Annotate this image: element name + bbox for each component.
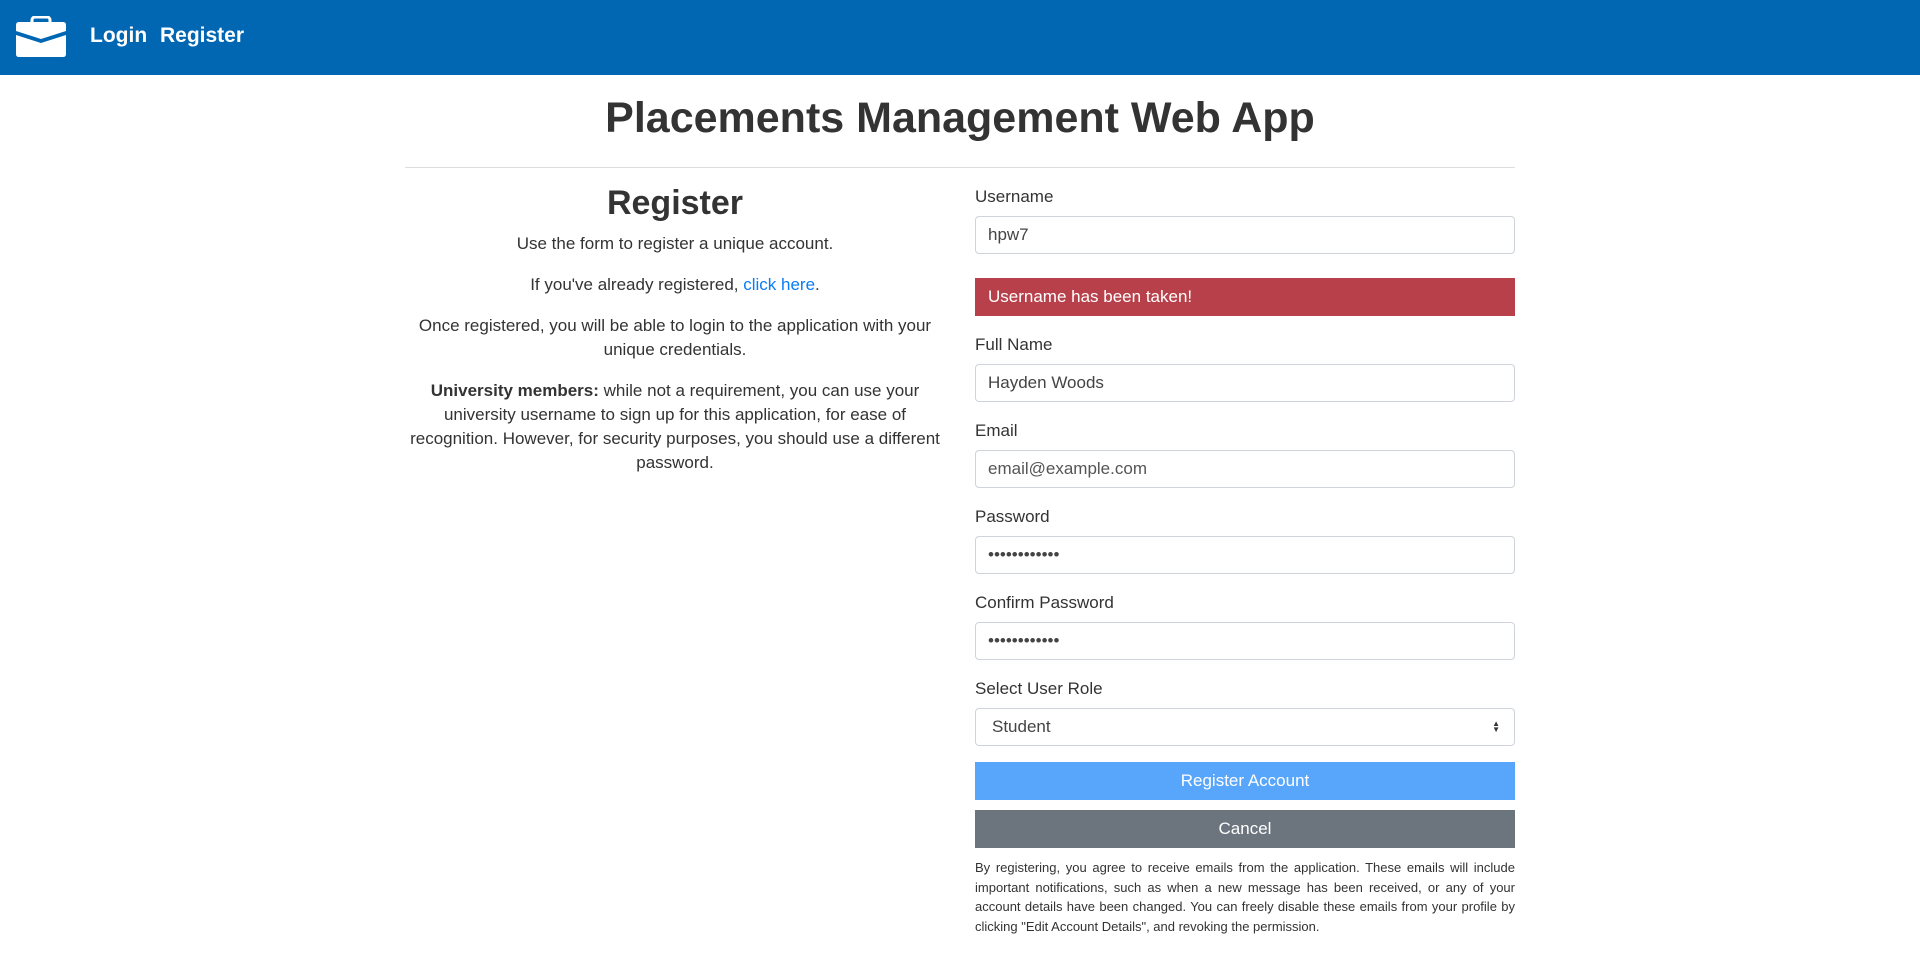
username-label: Username [975, 187, 1054, 206]
confirm-password-input[interactable]: •••••••••••• [975, 622, 1515, 660]
info-login-prompt: If you've already registered, click here… [405, 273, 945, 297]
info-intro: Use the form to register a unique accoun… [516, 234, 834, 253]
password-input[interactable]: •••••••••••• [975, 536, 1515, 574]
briefcase-icon[interactable] [16, 16, 66, 57]
fullname-input[interactable]: Hayden Woods [975, 364, 1515, 402]
navbar: Login Register [0, 0, 1920, 75]
divider [405, 167, 1515, 168]
error-alert: Username has been taken! [975, 278, 1515, 316]
email-input[interactable]: email@example.com [975, 450, 1515, 488]
email-consent-notice: By registering, you agree to receive ema… [975, 860, 1515, 934]
username-input[interactable]: hpw7 [975, 216, 1515, 254]
page-title: Placements Management Web App [605, 94, 1315, 142]
role-label: Select User Role [975, 679, 1103, 698]
nav-login-link[interactable]: Login [90, 24, 147, 48]
university-label: University members: [430, 381, 599, 400]
fullname-label: Full Name [975, 335, 1053, 354]
cancel-button[interactable]: Cancel [975, 810, 1515, 848]
info-credentials: Once registered, you will be able to log… [418, 316, 932, 359]
role-selected-value: Student [992, 717, 1051, 736]
confirm-password-label: Confirm Password [975, 593, 1114, 612]
role-select[interactable]: Student ▲ ▼ [975, 708, 1515, 746]
nav-register-link[interactable]: Register [160, 24, 244, 48]
info-university: University members: while not a requirem… [405, 379, 945, 475]
register-heading: Register [606, 184, 744, 222]
select-arrows-icon: ▲ ▼ [1492, 719, 1500, 734]
login-prompt-end: . [815, 275, 820, 294]
login-link[interactable]: click here [743, 275, 815, 294]
password-label: Password [975, 507, 1050, 526]
register-account-button[interactable]: Register Account [975, 762, 1515, 800]
login-prompt-text: If you've already registered, [530, 275, 744, 294]
email-label: Email [975, 421, 1018, 440]
register-info: Register Use the form to register a uniq… [405, 182, 945, 492]
